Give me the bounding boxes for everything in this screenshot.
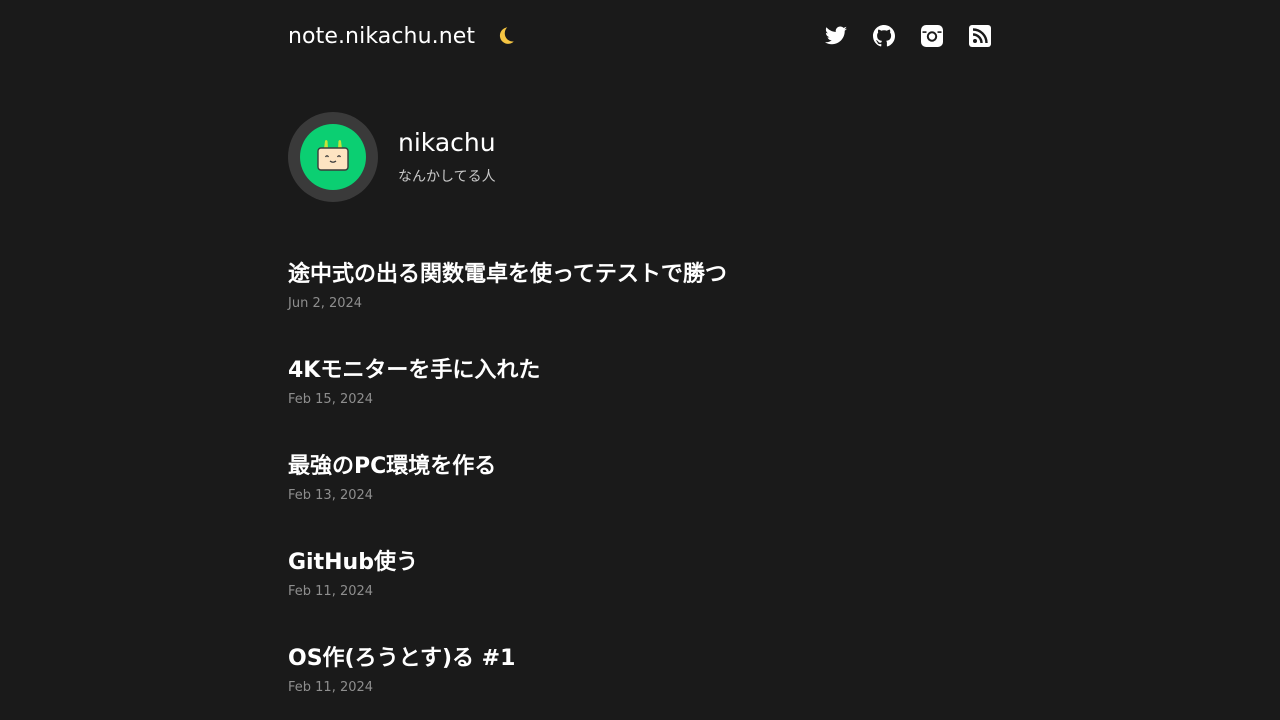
post-title-link[interactable]: 最強のPC環境を作る bbox=[288, 452, 992, 482]
post-list: 途中式の出る関数電卓を使ってテストで勝つ Jun 2, 2024 4Kモニターを… bbox=[288, 260, 992, 720]
post-item: OS作(ろうとす)る #1 Feb 11, 2024 bbox=[288, 644, 992, 720]
post-item: 途中式の出る関数電卓を使ってテストで勝つ Jun 2, 2024 bbox=[288, 260, 992, 356]
rss-icon[interactable] bbox=[968, 24, 992, 48]
avatar bbox=[288, 112, 378, 202]
instagram-icon[interactable] bbox=[920, 24, 944, 48]
site-title-link[interactable]: note.nikachu.net bbox=[288, 24, 475, 49]
twitter-icon[interactable] bbox=[824, 24, 848, 48]
moon-icon[interactable] bbox=[491, 22, 519, 50]
profile-text: nikachu なんかしてる人 bbox=[398, 128, 496, 186]
social-links bbox=[824, 24, 992, 48]
post-date: Feb 15, 2024 bbox=[288, 392, 374, 407]
page-container: note.nikachu.net nikachu なんかしてる人 途中式の出る関… bbox=[288, 0, 992, 720]
post-title-link[interactable]: OS作(ろうとす)る #1 bbox=[288, 644, 992, 674]
post-title-link[interactable]: GitHub使う bbox=[288, 548, 992, 578]
post-date: Feb 13, 2024 bbox=[288, 488, 374, 503]
post-title-link[interactable]: 途中式の出る関数電卓を使ってテストで勝つ bbox=[288, 260, 992, 290]
brand: note.nikachu.net bbox=[288, 22, 519, 50]
post-item: 4Kモニターを手に入れた Feb 15, 2024 bbox=[288, 356, 992, 452]
post-title-link[interactable]: 4Kモニターを手に入れた bbox=[288, 356, 992, 386]
post-item: GitHub使う Feb 11, 2024 bbox=[288, 548, 992, 644]
profile-name: nikachu bbox=[398, 128, 496, 157]
profile: nikachu なんかしてる人 bbox=[288, 112, 992, 202]
post-date: Feb 11, 2024 bbox=[288, 680, 374, 695]
profile-bio: なんかしてる人 bbox=[398, 169, 496, 185]
post-date: Feb 11, 2024 bbox=[288, 584, 374, 599]
site-header: note.nikachu.net bbox=[288, 0, 992, 72]
post-date: Jun 2, 2024 bbox=[288, 296, 363, 311]
github-icon[interactable] bbox=[872, 24, 896, 48]
post-item: 最強のPC環境を作る Feb 13, 2024 bbox=[288, 452, 992, 548]
avatar-image bbox=[300, 124, 366, 190]
